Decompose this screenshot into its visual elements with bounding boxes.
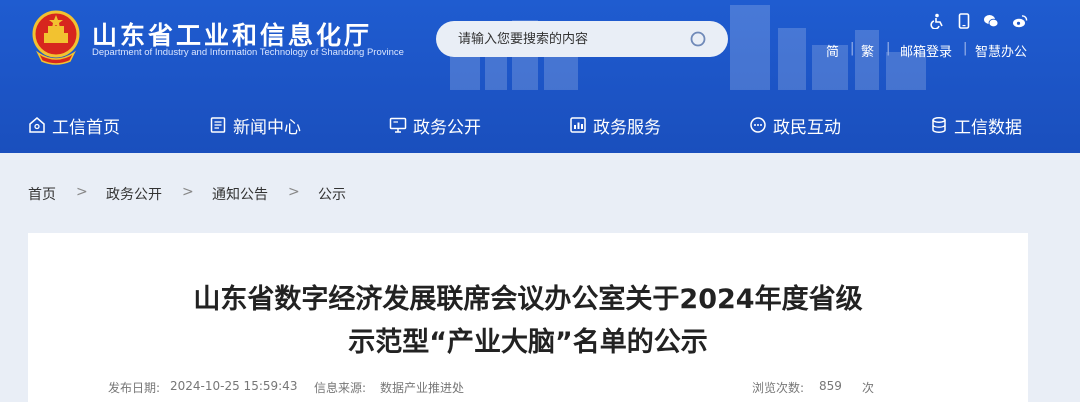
separator: | — [850, 41, 855, 56]
nav-label: 政民互动 — [773, 117, 841, 138]
home-icon — [29, 117, 45, 133]
breadcrumb-gov-affairs-open[interactable]: 政务公开 — [106, 184, 162, 204]
article-title: 山东省数字经济发展联席会议办公室关于2024年度省级 示范型“产业大脑”名单的公… — [28, 278, 1028, 364]
monitor-icon — [389, 117, 407, 133]
national-emblem-logo — [32, 10, 80, 65]
mobile-icon[interactable] — [956, 13, 972, 29]
article-title-line1: 山东省数字经济发展联席会议办公室关于2024年度省级 — [193, 284, 863, 315]
nav-item-gov-affairs-open[interactable]: 政务公开 — [389, 112, 481, 138]
nav-item-home[interactable]: 工信首页 — [28, 112, 120, 138]
simplified-chinese-link[interactable]: 简 — [826, 41, 839, 60]
views-unit: 次 — [862, 381, 875, 395]
chat-icon — [750, 117, 766, 133]
accessibility-icon[interactable] — [929, 13, 945, 29]
publish-date-label: 发布日期: — [108, 381, 161, 395]
publish-date: 2024-10-25 15:59:43 — [170, 379, 298, 393]
nav-label: 工信首页 — [52, 117, 120, 138]
wechat-icon[interactable] — [983, 13, 999, 29]
traditional-chinese-link[interactable]: 繁 — [861, 41, 874, 60]
search-box — [436, 21, 728, 57]
nav-item-gov-services[interactable]: 政务服务 — [569, 112, 661, 138]
source-value: 数据产业推进处 — [380, 381, 465, 395]
views-count: 859 — [819, 379, 842, 393]
breadcrumb-home[interactable]: 首页 — [28, 184, 56, 204]
separator: | — [886, 41, 891, 56]
breadcrumb-separator: > — [182, 184, 194, 200]
source-label: 信息来源: — [314, 381, 367, 395]
database-icon — [932, 117, 946, 133]
search-icon[interactable] — [689, 30, 707, 48]
nav-item-interaction[interactable]: 政民互动 — [749, 112, 841, 138]
site-header: 山东省工业和信息化厅 Department of Industry and In… — [0, 0, 1080, 153]
nav-label: 政务服务 — [593, 117, 661, 138]
nav-item-news[interactable]: 新闻中心 — [209, 112, 301, 138]
nav-label: 新闻中心 — [233, 117, 301, 138]
nav-item-data[interactable]: 工信数据 — [930, 112, 1022, 138]
separator: | — [963, 41, 968, 56]
article-card: 山东省数字经济发展联席会议办公室关于2024年度省级 示范型“产业大脑”名单的公… — [28, 233, 1028, 402]
site-subtitle: Department of Industry and Information T… — [92, 47, 404, 58]
article-title-line2: 示范型“产业大脑”名单的公示 — [348, 327, 708, 358]
breadcrumb-notices[interactable]: 通知公告 — [212, 184, 268, 204]
nav-label: 工信数据 — [954, 117, 1022, 138]
breadcrumb-separator: > — [76, 184, 88, 200]
breadcrumb-separator: > — [288, 184, 300, 200]
news-icon — [210, 117, 226, 133]
nav-label: 政务公开 — [413, 117, 481, 138]
mail-login-link[interactable]: 邮箱登录 — [900, 41, 952, 60]
smart-office-link[interactable]: 智慧办公 — [975, 41, 1027, 60]
breadcrumb-current: 公示 — [318, 187, 346, 203]
main-nav: 工信首页 新闻中心 政务公开 政务服务 政民互动 工信数据 — [0, 100, 1080, 150]
service-icon — [570, 117, 586, 133]
views-label: 浏览次数: — [752, 381, 805, 395]
search-input[interactable] — [436, 21, 728, 57]
weibo-icon[interactable] — [1012, 13, 1028, 29]
